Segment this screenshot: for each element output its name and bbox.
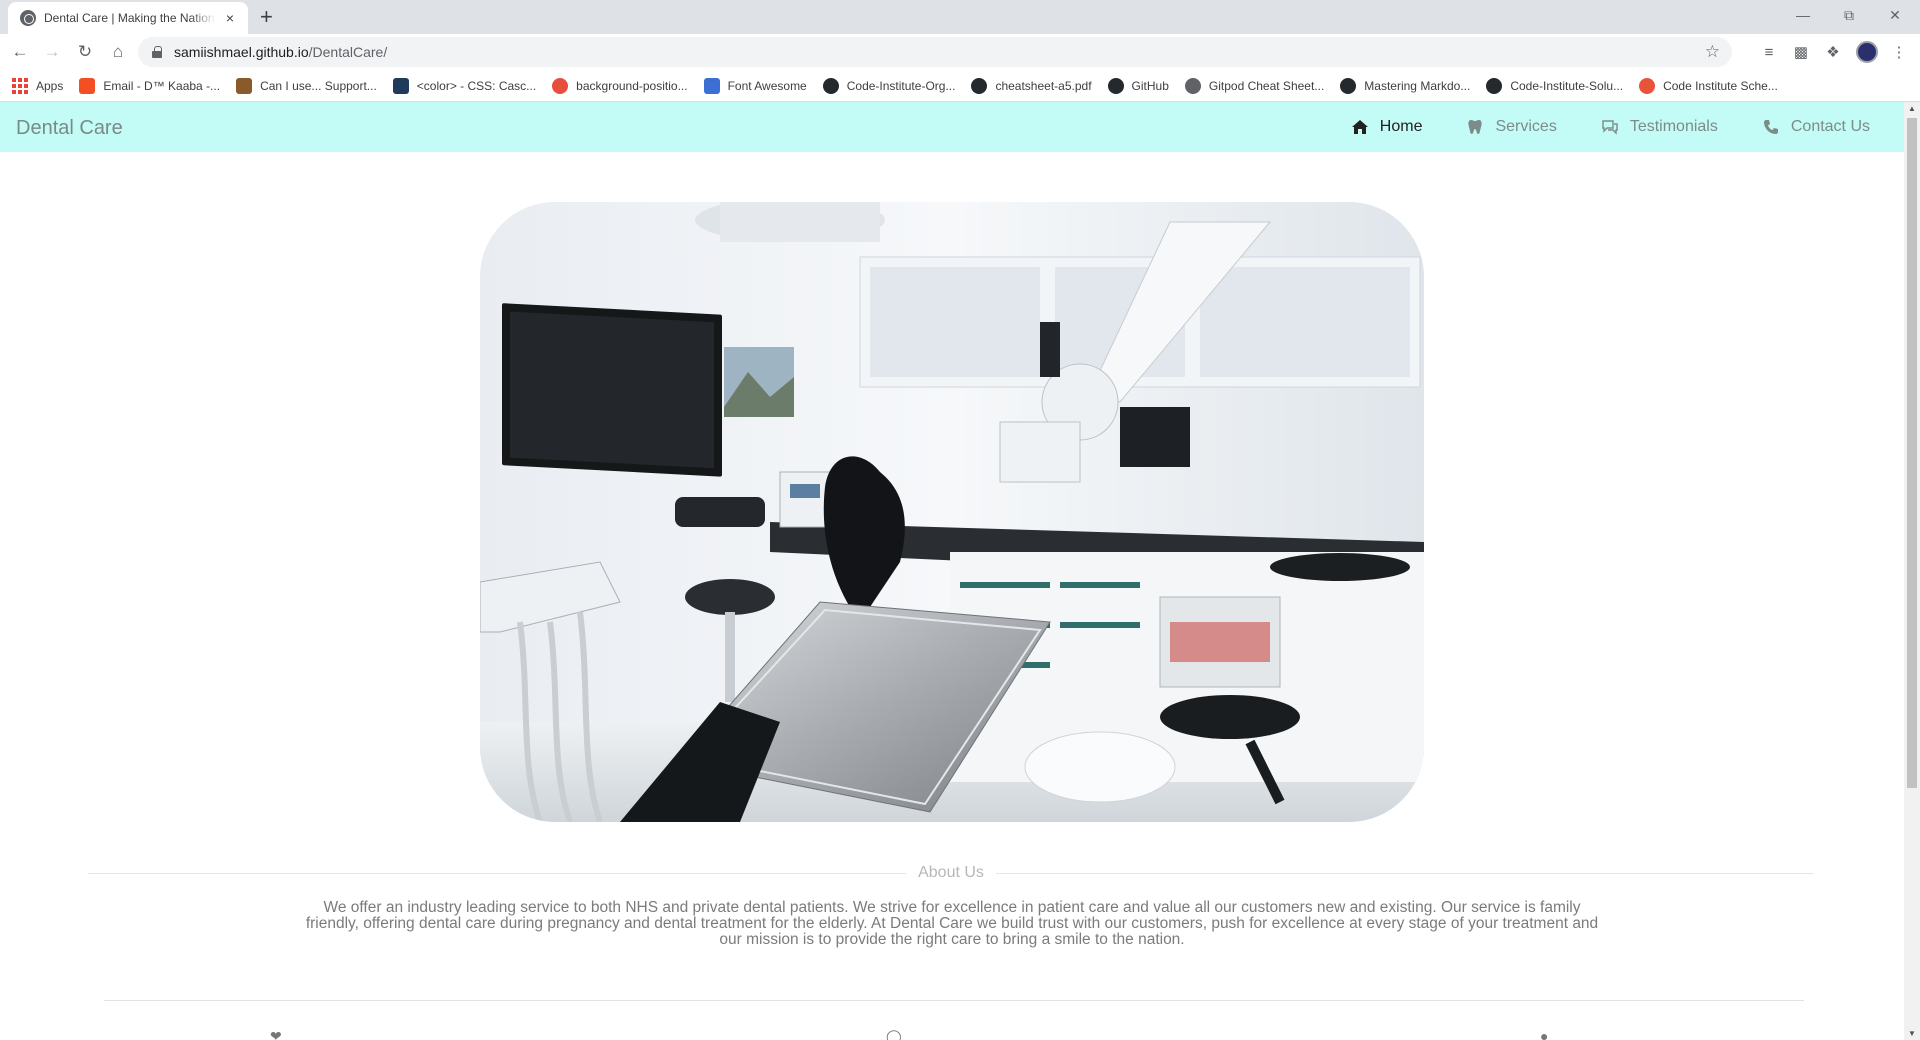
github-icon [1486, 77, 1503, 94]
bookmark-item[interactable]: Can I use... Support... [236, 77, 377, 94]
bookmark-item[interactable]: Email - D™ Kaaba -... [79, 77, 221, 94]
globe-favicon-icon [20, 10, 36, 26]
bookmark-label: cheatsheet-a5.pdf [995, 78, 1092, 93]
about-heading: About Us [88, 863, 1814, 883]
bookmark-label: Mastering Markdo... [1364, 78, 1471, 93]
css-icon [552, 77, 569, 94]
nav-services[interactable]: Services [1466, 118, 1557, 136]
browser-tab[interactable]: Dental Care | Making the Nation × [8, 2, 248, 34]
bookmark-item[interactable]: Gitpod Cheat Sheet... [1184, 77, 1325, 94]
bookmark-item[interactable]: cheatsheet-a5.pdf [971, 77, 1092, 94]
scroll-down-icon[interactable]: ▼ [1908, 1029, 1916, 1038]
bookmark-label: Apps [36, 78, 64, 93]
flag-icon [703, 77, 720, 94]
bookmark-item[interactable]: GitHub [1107, 77, 1169, 94]
globe-icon [1184, 77, 1201, 94]
services-icon-peek: ❤ [270, 1028, 282, 1040]
tab-title: Dental Care | Making the Nation [44, 11, 215, 25]
hero-dental-room-image [480, 202, 1424, 822]
nav-home-label: Home [1379, 118, 1423, 135]
bookmark-label: Email - D™ Kaaba -... [103, 78, 221, 93]
about-heading-label: About Us [918, 864, 984, 881]
address-bar[interactable]: samiishmael.github.io/DentalCare/ ☆ [138, 37, 1732, 67]
more-menu-icon[interactable]: ⋮ [1888, 41, 1910, 63]
extensions-puzzle-icon[interactable]: ❖ [1822, 41, 1844, 63]
profile-avatar[interactable] [1856, 41, 1878, 63]
bookmark-label: <color> - CSS: Casc... [416, 78, 537, 93]
nav-testimonials[interactable]: Testimonials [1601, 118, 1718, 136]
divider-left [88, 872, 907, 874]
bookmark-label: Can I use... Support... [260, 78, 377, 93]
bookmarks-bar: Apps Email - D™ Kaaba -... Can I use... Su… [0, 70, 1920, 102]
page-viewport: Dental Care Home Services Testimonials C… [0, 102, 1904, 1040]
bookmark-label: Gitpod Cheat Sheet... [1208, 78, 1325, 93]
office-icon [79, 77, 96, 94]
bookmark-label: GitHub [1131, 78, 1169, 93]
github-icon [971, 77, 988, 94]
bookmark-label: Code-Institute-Org... [846, 78, 956, 93]
about-paragraph: We offer an industry leading service to … [305, 899, 1599, 948]
new-tab-button[interactable]: + [260, 6, 273, 28]
scroll-up-icon[interactable]: ▲ [1908, 104, 1916, 113]
bookmark-item[interactable]: background-positio... [552, 77, 688, 94]
caniuse-icon [236, 77, 253, 94]
bookmark-star-icon[interactable]: ☆ [1705, 42, 1720, 62]
bookmark-item[interactable]: Apps [12, 77, 64, 94]
forward-icon[interactable]: → [40, 41, 64, 63]
nav-contact[interactable]: Contact Us [1762, 118, 1870, 136]
scrollbar-thumb[interactable] [1907, 118, 1917, 788]
close-window-icon[interactable]: ✕ [1872, 0, 1918, 30]
bookmark-label: Font Awesome [727, 78, 807, 93]
nav-contact-label: Contact Us [1790, 118, 1870, 135]
home-icon [1351, 119, 1369, 135]
github-icon [822, 77, 839, 94]
nav-testimonials-label: Testimonials [1629, 118, 1718, 135]
url-path: /DentalCare/ [308, 44, 388, 60]
divider-right [995, 872, 1814, 874]
home-browser-icon[interactable]: ⌂ [106, 41, 130, 63]
url-host: samiishmael.github.io [174, 44, 309, 60]
bookmark-label: background-positio... [576, 78, 688, 93]
tab-strip: Dental Care | Making the Nation × + — ⧉ … [0, 0, 1920, 34]
section-divider [104, 1000, 1804, 1001]
bookmark-item[interactable]: <color> - CSS: Casc... [392, 77, 537, 94]
bookmark-label: Code-Institute-Solu... [1510, 78, 1624, 93]
restore-icon[interactable]: ⧉ [1826, 0, 1872, 30]
bookmark-item[interactable]: Code-Institute-Org... [822, 77, 956, 94]
ci-icon [1639, 77, 1656, 94]
mdn-icon [392, 77, 409, 94]
page-scrollbar[interactable]: ▲ ▼ [1904, 102, 1920, 1040]
github-icon [1340, 77, 1357, 94]
tab-close-icon[interactable]: × [222, 10, 238, 26]
back-icon[interactable]: ← [8, 41, 32, 63]
services-icon-peek: ● [1540, 1028, 1549, 1040]
bookmark-label: Code Institute Sche... [1663, 78, 1778, 93]
extension-shield-icon[interactable]: ▩ [1790, 41, 1812, 63]
github-icon [1107, 77, 1124, 94]
bookmark-item[interactable]: Mastering Markdo... [1340, 77, 1471, 94]
services-icon-peek: ◯ [886, 1028, 902, 1040]
bookmark-item[interactable]: Code Institute Sche... [1639, 77, 1778, 94]
tooth-icon [1466, 119, 1484, 135]
bookmark-item[interactable]: Code-Institute-Solu... [1486, 77, 1624, 94]
site-navbar: Dental Care Home Services Testimonials C… [0, 102, 1904, 152]
nav-services-label: Services [1495, 118, 1557, 135]
nav-links: Home Services Testimonials Contact Us [1307, 102, 1870, 152]
url-text: samiishmael.github.io/DentalCare/ [174, 44, 387, 60]
brand-logo[interactable]: Dental Care [16, 117, 123, 140]
extension-stack-icon[interactable]: ≡ [1758, 41, 1780, 63]
apps-grid [12, 77, 28, 94]
browser-toolbar: ← → ↻ ⌂ samiishmael.github.io/DentalCare… [0, 34, 1920, 70]
comments-icon [1601, 119, 1619, 135]
minimize-icon[interactable]: — [1780, 0, 1826, 30]
phone-icon [1762, 119, 1780, 135]
reload-icon[interactable]: ↻ [73, 41, 97, 63]
lock-icon [152, 46, 162, 58]
nav-home[interactable]: Home [1351, 118, 1423, 136]
bookmark-item[interactable]: Font Awesome [703, 77, 807, 94]
